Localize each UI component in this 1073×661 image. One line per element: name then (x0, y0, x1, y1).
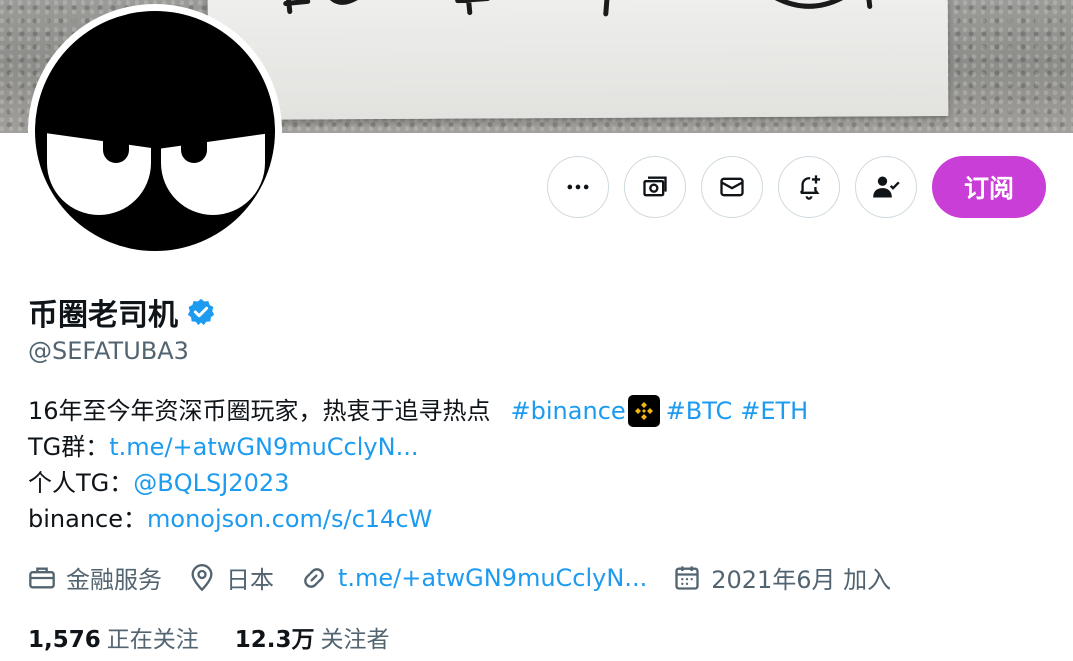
link-icon (304, 567, 324, 588)
binance-icon (627, 395, 660, 427)
following-label: 正在关注 (106, 627, 199, 653)
tip-button[interactable] (623, 156, 686, 218)
profile-handle: @SEFATUBA3 (28, 337, 189, 365)
notify-button[interactable] (777, 156, 840, 218)
meta-location-text: 日本 (226, 566, 274, 594)
profile-bio: 16年至今年资深币圈玩家，热衷于追寻热点 #binance #BTC #ETH … (28, 393, 808, 537)
bio-tg-group-link[interactable]: t.me/+atwGN9muCclyN... (109, 429, 418, 465)
meta-joined: 2021年6月 加入 (673, 560, 891, 595)
meta-location: 日本 (188, 560, 274, 595)
location-pin-icon (191, 563, 213, 591)
meta-joined-text: 2021年6月 加入 (711, 566, 892, 594)
bio-binance-label: binance： (28, 505, 147, 533)
bio-line-1: 16年至今年资深币圈玩家，热衷于追寻热点 #binance #BTC #ETH (28, 393, 808, 429)
followers-count: 12.3万 (234, 627, 315, 653)
person-check-icon (873, 176, 900, 198)
mail-icon (720, 177, 744, 197)
profile-meta: 金融服务 日本 t.me/+atwGN9muCclyN... 2021年6月 加… (28, 560, 917, 595)
briefcase-icon (29, 567, 55, 588)
following-stat[interactable]: 1,576 正在关注 (28, 620, 199, 654)
bell-plus-icon (799, 175, 821, 200)
meta-category-text: 金融服务 (66, 566, 162, 594)
following-button[interactable] (854, 156, 917, 218)
hashtag-btc[interactable]: #BTC (666, 393, 733, 429)
avatar[interactable] (28, 4, 282, 258)
profile-stats: 1,576 正在关注 12.3万 关注者 (28, 620, 390, 654)
bio-personal-tg-label: 个人TG： (28, 469, 134, 497)
bio-line-4: binance： monojson.com/s/c14cW (28, 501, 808, 537)
display-name: 币圈老司机 (28, 298, 178, 333)
subscribe-button[interactable]: 订阅 (931, 156, 1046, 218)
bio-binance-link[interactable]: monojson.com/s/c14cW (147, 501, 432, 537)
message-button[interactable] (700, 156, 763, 218)
more-icon (567, 184, 589, 190)
avatar-image (35, 11, 275, 251)
verified-badge-icon[interactable] (186, 297, 216, 327)
bio-personal-tg-mention[interactable]: @BQLSJ2023 (133, 465, 289, 501)
followers-label: 关注者 (320, 627, 390, 653)
following-count: 1,576 (28, 627, 101, 653)
more-button[interactable] (546, 156, 609, 218)
meta-category: 金融服务 (28, 560, 162, 595)
hashtag-binance[interactable]: #binance (511, 393, 626, 429)
bio-line-2: TG群： t.me/+atwGN9muCclyN... (28, 429, 808, 465)
bio-text: 16年至今年资深币圈玩家，热衷于追寻热点 (28, 397, 491, 425)
bio-line-3: 个人TG： @BQLSJ2023 (28, 465, 808, 501)
profile-name-row: 币圈老司机 (28, 290, 216, 334)
meta-website: t.me/+atwGN9muCclyN... (300, 564, 647, 592)
followers-stat[interactable]: 12.3万 关注者 (235, 620, 390, 654)
banner-paper-image (207, 0, 949, 120)
tip-jar-icon (643, 176, 667, 197)
profile-actions: 订阅 (546, 156, 1046, 218)
bio-tg-group-label: TG群： (28, 433, 110, 461)
hashtag-eth[interactable]: #ETH (740, 393, 808, 429)
meta-website-link[interactable]: t.me/+atwGN9muCclyN... (338, 564, 647, 592)
calendar-icon (675, 565, 699, 590)
